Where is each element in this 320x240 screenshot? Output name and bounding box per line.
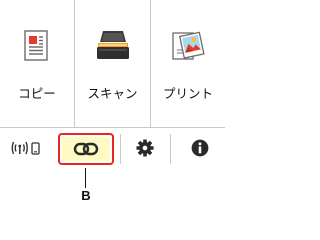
chain-link-icon bbox=[73, 142, 99, 156]
scan-label: スキャン bbox=[87, 86, 138, 101]
info-button[interactable] bbox=[175, 128, 225, 168]
bottom-toolbar bbox=[0, 128, 225, 168]
settings-button[interactable] bbox=[120, 128, 170, 168]
link-button[interactable] bbox=[58, 133, 114, 165]
toolbar-divider bbox=[170, 134, 171, 164]
callout-label: B bbox=[81, 188, 91, 203]
printer-home-panel: コピー スキャン プリント bbox=[0, 0, 225, 168]
scan-tile[interactable]: スキャン bbox=[75, 0, 150, 127]
gear-icon bbox=[136, 139, 154, 157]
copy-document-icon bbox=[24, 30, 48, 61]
print-tile[interactable]: プリント bbox=[151, 0, 225, 127]
scanner-icon bbox=[96, 31, 129, 59]
print-photo-icon bbox=[172, 31, 205, 60]
wireless-status[interactable] bbox=[0, 128, 52, 168]
print-label: プリント bbox=[162, 86, 213, 101]
callout-line bbox=[85, 168, 86, 188]
info-icon bbox=[191, 139, 209, 157]
wireless-network-icon bbox=[11, 141, 40, 155]
copy-tile[interactable]: コピー bbox=[0, 0, 74, 127]
function-tiles: コピー スキャン プリント bbox=[0, 0, 225, 127]
copy-label: コピー bbox=[18, 86, 56, 101]
